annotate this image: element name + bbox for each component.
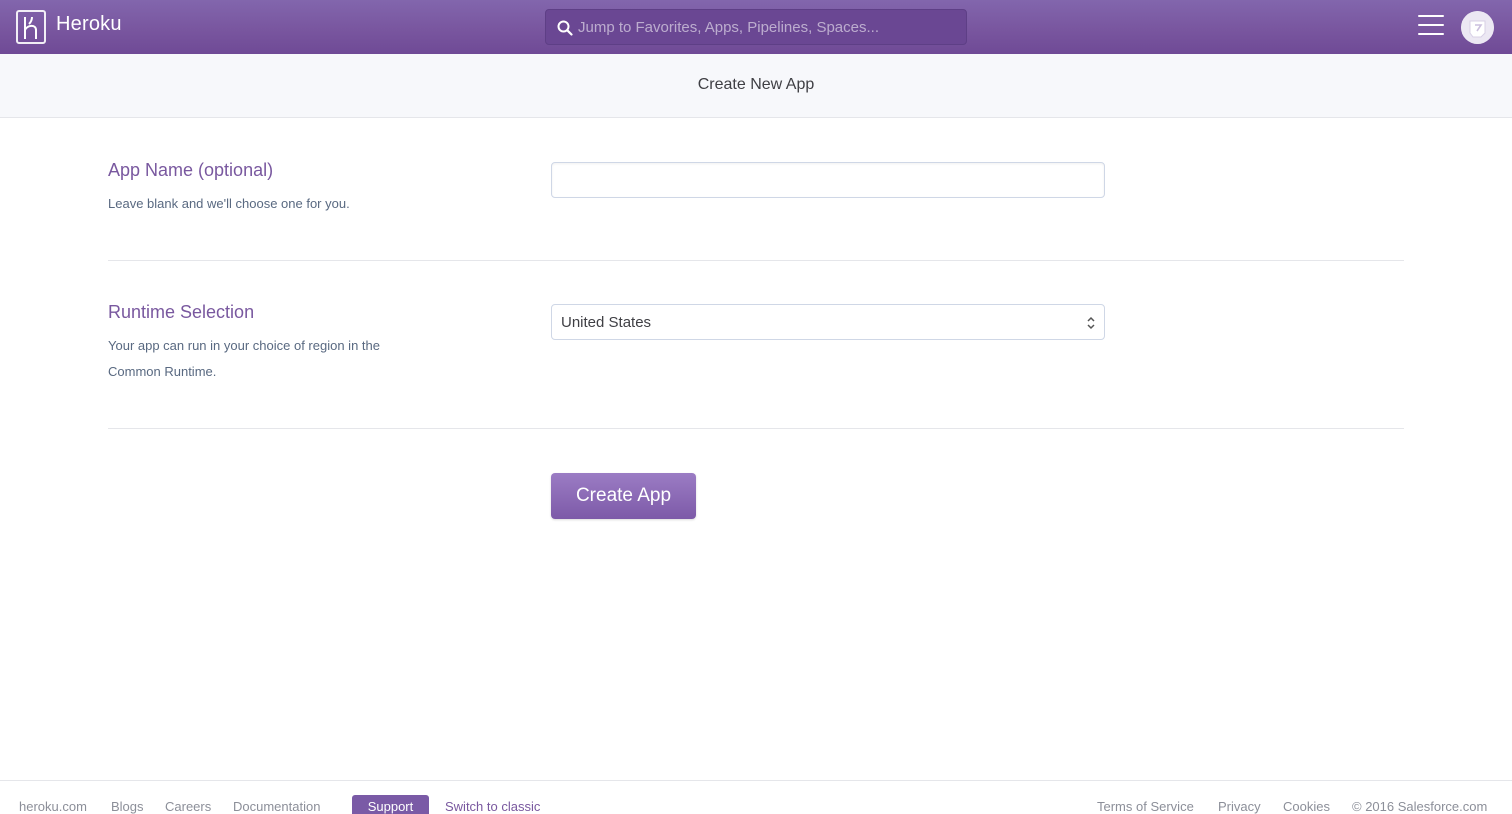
support-button[interactable]: Support xyxy=(352,795,429,814)
runtime-selection-description: Your app can run in your choice of regio… xyxy=(108,338,380,379)
search-icon xyxy=(557,20,573,36)
footer-link-privacy[interactable]: Privacy xyxy=(1218,799,1261,814)
search-input[interactable] xyxy=(578,10,958,44)
footer-link-heroku[interactable]: heroku.com xyxy=(19,799,87,814)
brand-name[interactable]: Heroku xyxy=(56,13,122,36)
page-title: Create New App xyxy=(697,76,815,93)
app-name-label: App Name (optional) xyxy=(108,160,274,180)
search-bar[interactable] xyxy=(545,9,967,45)
create-app-button[interactable]: Create App xyxy=(551,473,696,519)
app-name-description: Leave blank and we'll choose one for you… xyxy=(108,196,350,211)
app-name-input[interactable] xyxy=(551,162,1105,198)
footer-link-documentation[interactable]: Documentation xyxy=(233,799,320,814)
page-header: Create New App xyxy=(0,54,1512,118)
section-divider xyxy=(108,428,1404,429)
footer-link-careers[interactable]: Careers xyxy=(165,799,211,814)
footer-copyright: © 2016 Salesforce.com xyxy=(1352,799,1488,814)
region-select-value: United States xyxy=(561,314,652,331)
avatar[interactable] xyxy=(1461,11,1494,44)
footer-link-terms[interactable]: Terms of Service xyxy=(1097,799,1194,814)
section-divider xyxy=(108,260,1404,261)
chevron-updown-icon xyxy=(1087,316,1095,330)
region-select[interactable]: United States xyxy=(551,304,1105,340)
menu-icon[interactable] xyxy=(1418,15,1444,37)
top-navbar: Heroku xyxy=(0,0,1512,54)
switch-to-classic-link[interactable]: Switch to classic xyxy=(445,799,540,814)
heroku-logo-icon[interactable] xyxy=(16,10,46,44)
footer-link-blogs[interactable]: Blogs xyxy=(111,799,144,814)
runtime-selection-label: Runtime Selection xyxy=(108,302,255,322)
footer-link-cookies[interactable]: Cookies xyxy=(1283,799,1330,814)
footer: heroku.com Blogs Careers Documentation S… xyxy=(0,780,1512,814)
